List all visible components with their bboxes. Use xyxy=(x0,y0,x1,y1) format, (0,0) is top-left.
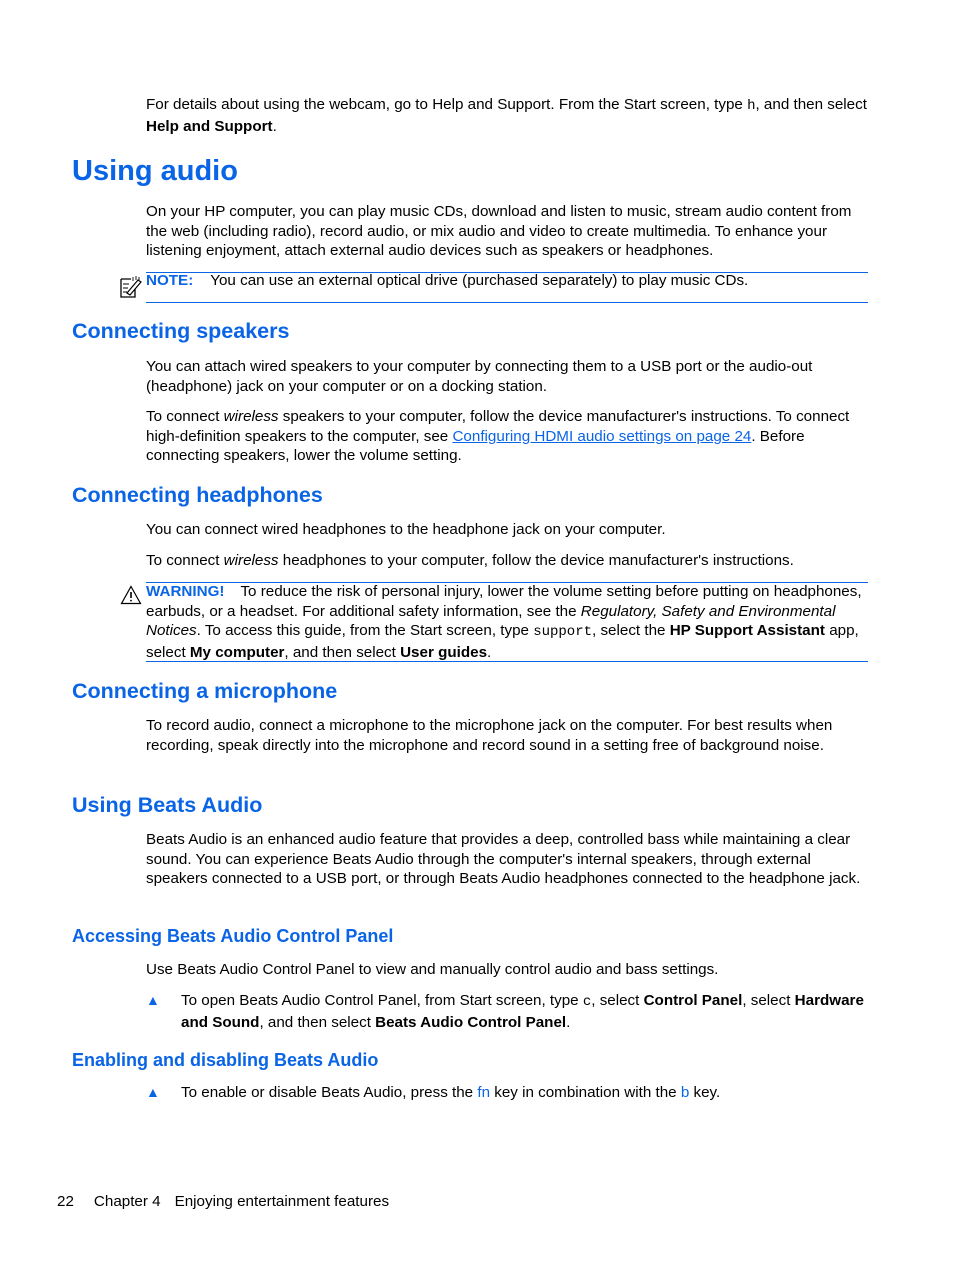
note-label: NOTE: xyxy=(146,272,194,289)
enable-text-a: To enable or disable Beats Audio, press … xyxy=(181,1084,478,1101)
intro-text-3: . xyxy=(272,117,277,135)
warning-bold-2: My computer xyxy=(189,644,285,662)
step-code: c xyxy=(582,994,592,1010)
control-panel-paragraph: Use Beats Audio Control Panel to view an… xyxy=(146,961,719,978)
using-audio-paragraph: On your HP computer, you can play music … xyxy=(146,203,852,259)
enable-text-c: key. xyxy=(689,1084,721,1101)
headphones-text-a: To connect xyxy=(146,552,224,569)
warning-text-3: , select the xyxy=(592,622,670,640)
intro-bold: Help and Support xyxy=(146,117,273,135)
footer-chapter: Chapter 4 xyxy=(93,1193,161,1210)
warning-text-5: , and then select xyxy=(284,644,401,662)
headphones-paragraph-1: You can connect wired headphones to the … xyxy=(146,521,666,538)
heading-connecting-headphones: Connecting headphones xyxy=(72,483,323,507)
speakers-paragraph-2: To connect wireless speakers to your com… xyxy=(146,407,868,466)
enable-step: To enable or disable Beats Audio, press … xyxy=(181,1083,871,1103)
step-bold-3: Beats Audio Control Panel xyxy=(375,1013,567,1031)
note-bottom-rule xyxy=(146,302,868,303)
heading-accessing-control-panel: Accessing Beats Audio Control Panel xyxy=(72,926,394,946)
enable-text-b: key in combination with the xyxy=(490,1084,681,1101)
note-text: You can use an external optical drive (p… xyxy=(210,272,749,289)
intro-text: For details about using the webcam, go t… xyxy=(146,96,748,113)
beats-paragraph: Beats Audio is an enhanced audio feature… xyxy=(146,831,861,887)
step-text-a: To open Beats Audio Control Panel, from … xyxy=(181,992,583,1009)
footer-chapter-title: Enjoying entertainment features xyxy=(174,1193,390,1210)
speakers-paragraph-1: You can attach wired speakers to your co… xyxy=(146,358,813,395)
step-text-b: , select xyxy=(591,992,644,1009)
warning-bottom-rule xyxy=(146,661,868,662)
step-text-c: , select xyxy=(742,992,795,1009)
warning-text-block: WARNING! To reduce the risk of personal i… xyxy=(146,582,868,663)
warning-bold-3: User guides xyxy=(400,644,488,662)
step-text-e: . xyxy=(566,1013,571,1031)
microphone-paragraph: To record audio, connect a microphone to… xyxy=(146,717,833,754)
warning-bold-1: HP Support Assistant xyxy=(669,622,825,640)
control-panel-step: To open Beats Audio Control Panel, from … xyxy=(181,991,871,1032)
step-bold-1: Control Panel xyxy=(643,992,743,1009)
b-key: b xyxy=(680,1084,690,1101)
speakers-italic: wireless xyxy=(223,408,279,425)
heading-enabling-disabling: Enabling and disabling Beats Audio xyxy=(72,1050,379,1070)
headphones-text-b: headphones to your computer, follow the … xyxy=(278,552,794,569)
warning-code: support xyxy=(533,624,593,641)
triangle-bullet-icon: ▲ xyxy=(146,1084,160,1100)
step-text-d: , and then select xyxy=(259,1013,376,1031)
headphones-paragraph-2: To connect wireless headphones to your c… xyxy=(146,551,868,571)
page-number: 22 xyxy=(57,1193,74,1210)
intro-text-2: , and then select xyxy=(755,96,867,113)
heading-using-beats-audio: Using Beats Audio xyxy=(72,793,263,817)
note-pencil-icon xyxy=(118,275,144,305)
speakers-text-a: To connect xyxy=(146,408,224,425)
headphones-italic: wireless xyxy=(223,552,279,569)
warning-label: WARNING! xyxy=(146,583,225,600)
heading-connecting-speakers: Connecting speakers xyxy=(72,319,290,343)
warning-triangle-icon xyxy=(120,585,142,611)
warning-text-6: . xyxy=(487,644,492,662)
note-text-line: NOTE: You can use an external optical dri… xyxy=(146,271,868,291)
hdmi-audio-settings-link[interactable]: Configuring HDMI audio settings on page … xyxy=(452,428,751,445)
heading-connecting-microphone: Connecting a microphone xyxy=(72,679,338,703)
heading-using-audio: Using audio xyxy=(72,155,238,187)
intro-paragraph: For details about using the webcam, go t… xyxy=(146,95,868,136)
fn-key: fn xyxy=(477,1084,491,1101)
triangle-bullet-icon: ▲ xyxy=(146,992,160,1008)
page-footer: 22 Chapter 4 Enjoying entertainment featur… xyxy=(57,1192,389,1212)
warning-text-2: . To access this guide, from the Start s… xyxy=(196,622,534,640)
